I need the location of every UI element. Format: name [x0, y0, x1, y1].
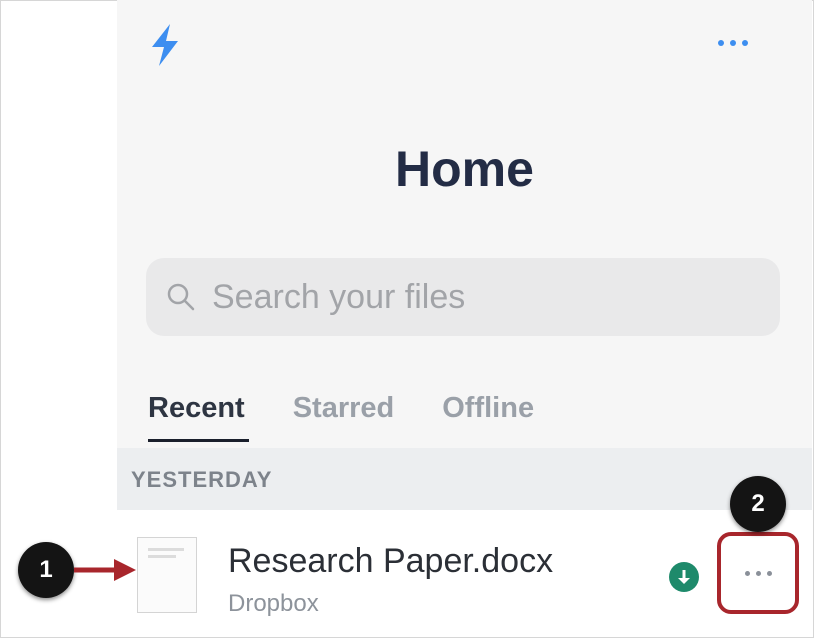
- ellipsis-dot: [730, 40, 736, 46]
- tab-bar: Recent Starred Offline: [148, 392, 582, 448]
- more-options-button[interactable]: [706, 28, 760, 58]
- ellipsis-dot: [742, 40, 748, 46]
- file-name: Research Paper.docx: [228, 542, 554, 580]
- ellipsis-dot: [744, 570, 750, 576]
- file-row[interactable]: Research Paper.docx Dropbox: [117, 510, 812, 636]
- callout-badge-1: 1: [18, 542, 74, 598]
- search-icon: [167, 283, 195, 311]
- file-more-options-button[interactable]: [717, 532, 799, 614]
- file-location: Dropbox: [228, 590, 319, 617]
- ellipsis-dot: [755, 570, 761, 576]
- tab-recent[interactable]: Recent: [148, 392, 249, 442]
- ellipsis-dot: [718, 40, 724, 46]
- search-input[interactable]: [210, 276, 754, 318]
- ellipsis-dot: [766, 570, 772, 576]
- tab-starred[interactable]: Starred: [293, 392, 395, 442]
- section-header: YESTERDAY: [117, 448, 812, 510]
- callout-badge-2: 2: [730, 476, 786, 532]
- section-label: YESTERDAY: [131, 467, 273, 492]
- offline-download-icon: [669, 562, 699, 592]
- lightning-bolt-icon[interactable]: [140, 20, 190, 70]
- page-title: Home: [395, 141, 534, 197]
- tab-offline[interactable]: Offline: [442, 392, 534, 442]
- document-icon: [137, 537, 197, 613]
- search-bar[interactable]: [146, 258, 780, 336]
- callout-arrow-icon: [74, 559, 136, 581]
